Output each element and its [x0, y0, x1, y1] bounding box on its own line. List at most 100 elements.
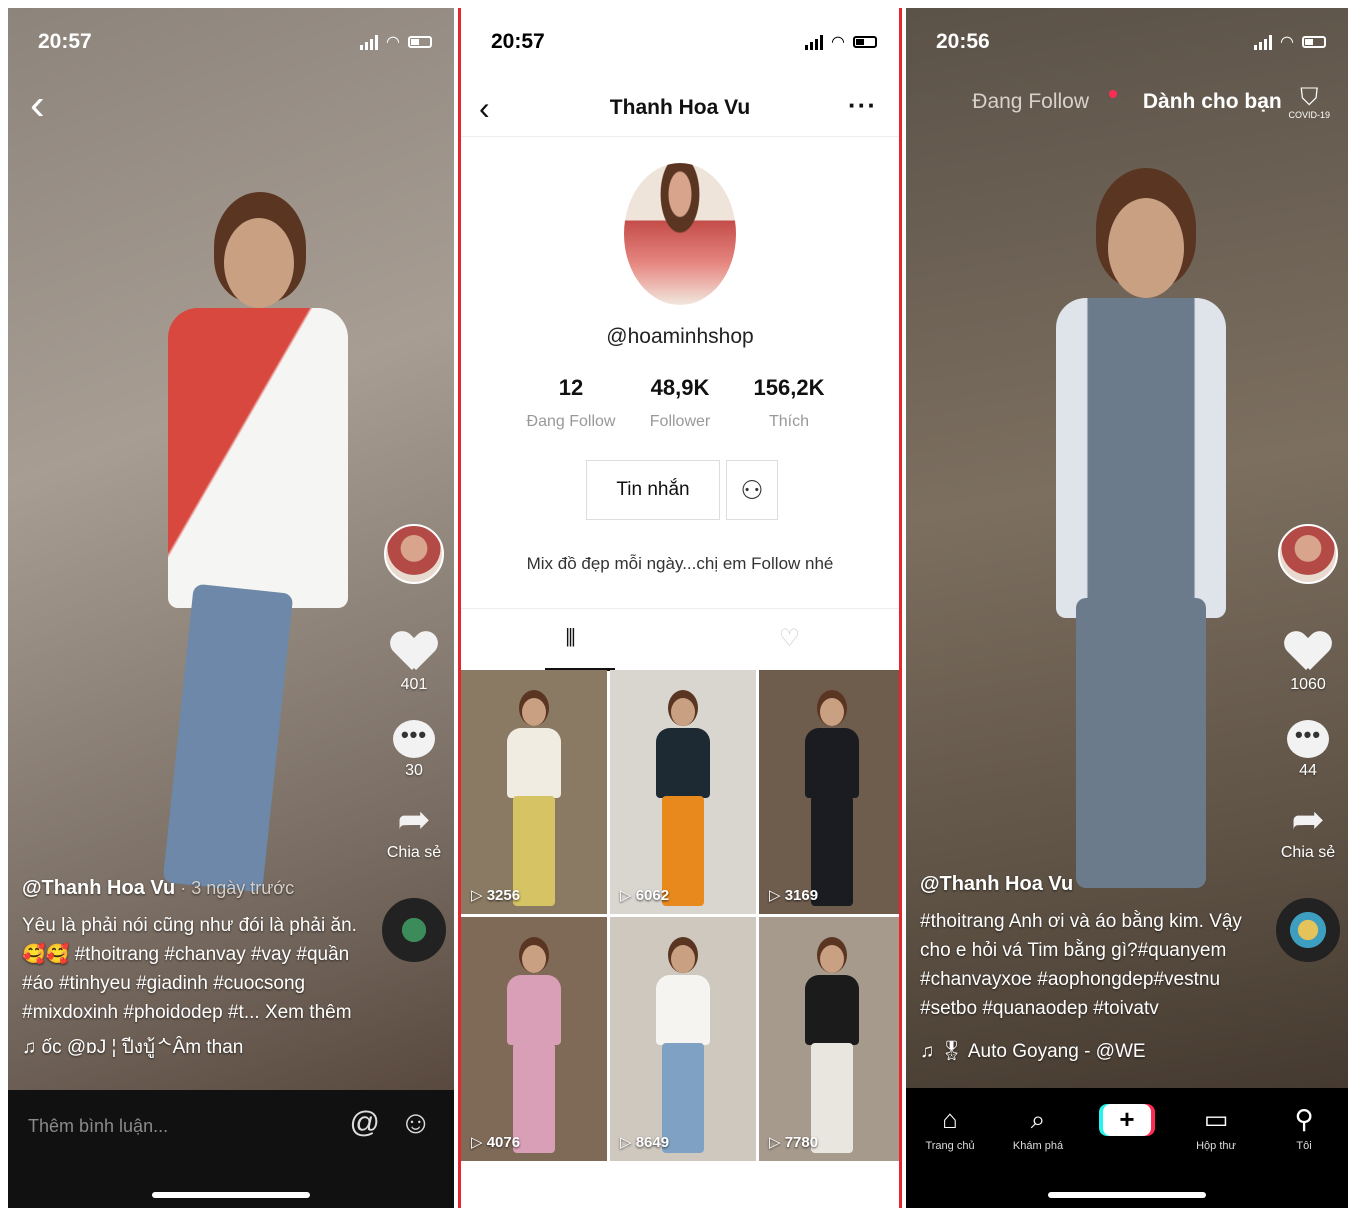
- music-disc-icon[interactable]: [382, 898, 446, 962]
- nav-inbox[interactable]: ▭ Hộp thư: [1176, 1102, 1256, 1152]
- more-options-button[interactable]: ···: [848, 90, 877, 121]
- music-disc-icon[interactable]: [1276, 898, 1340, 962]
- like-heart-icon[interactable]: [392, 632, 436, 672]
- nav-profile-label: Tôi: [1296, 1140, 1312, 1152]
- tab-for-you[interactable]: Dành cho bạn: [1143, 90, 1282, 113]
- profile-avatar[interactable]: [624, 163, 736, 305]
- status-bar: 20:57 ◠: [8, 30, 454, 58]
- caption-line-3: #áo #tinhyeu #giadinh #cuocsong: [22, 973, 306, 994]
- share-label: Chia sẻ: [386, 844, 442, 861]
- action-sidebar: 401 ••• 30 ➦ Chia sẻ: [382, 524, 446, 962]
- creator-avatar[interactable]: [1278, 524, 1338, 584]
- caption-username[interactable]: @Thanh Hoa Vu: [22, 877, 175, 899]
- signal-icon: [805, 34, 824, 50]
- video-thumbnail[interactable]: ▷ 3169: [759, 670, 899, 914]
- covid-label: COVID-19: [1288, 110, 1330, 120]
- view-count: ▷ 6062: [620, 887, 670, 904]
- caption-line-4[interactable]: #mixdoxinh #phoidodep #t... Xem thêm: [22, 998, 362, 1027]
- stat-followers[interactable]: 48,9K Follower: [630, 375, 730, 431]
- covid-button[interactable]: ⛉ COVID-19: [1288, 84, 1330, 121]
- wifi-icon: ◠: [831, 34, 845, 51]
- plus-icon: +: [1103, 1104, 1151, 1136]
- message-button[interactable]: Tin nhắn: [586, 460, 720, 520]
- status-icons: ◠: [1254, 32, 1326, 52]
- comment-count: 30: [405, 762, 423, 779]
- video-thumbnail[interactable]: ▷ 4076: [461, 917, 607, 1161]
- home-indicator: [152, 1192, 310, 1198]
- like-heart-icon[interactable]: [1286, 632, 1330, 672]
- emoji-icon[interactable]: ☺: [399, 1104, 432, 1141]
- mention-icon[interactable]: @: [350, 1106, 380, 1140]
- profile-handle: @hoaminhshop: [606, 325, 754, 348]
- thumbnail-person: [499, 690, 569, 914]
- caption-line-4: #setbo #quanaodep #toivatv: [920, 998, 1159, 1019]
- stat-followers-count: 48,9K: [650, 375, 710, 400]
- stat-likes-count: 156,2K: [753, 375, 825, 400]
- back-button[interactable]: ‹: [30, 80, 45, 130]
- like-count: 1060: [1290, 676, 1326, 693]
- nav-create[interactable]: +: [1087, 1102, 1167, 1136]
- share-arrow-icon[interactable]: ➦: [1276, 800, 1340, 840]
- stat-likes-label: Thích: [768, 413, 809, 430]
- share-arrow-icon[interactable]: ➦: [382, 800, 446, 840]
- video-thumbnail[interactable]: ▷ 8649: [610, 917, 756, 1161]
- profile-title: Thanh Hoa Vu: [609, 96, 751, 119]
- tab-videos-grid-icon[interactable]: ⦀: [461, 609, 680, 669]
- thumbnail-person: [648, 937, 718, 1161]
- nav-home[interactable]: ⌂ Trang chủ: [910, 1102, 990, 1152]
- video-thumbnail[interactable]: ▷ 6062: [610, 670, 756, 914]
- comment-icon[interactable]: •••: [393, 720, 435, 758]
- feed-tabs: Đang Follow Dành cho bạn: [906, 90, 1348, 114]
- view-count: ▷ 8649: [620, 1134, 670, 1151]
- tab-following[interactable]: Đang Follow: [972, 90, 1089, 113]
- inbox-icon: ▭: [1203, 1104, 1229, 1134]
- nav-home-label: Trang chủ: [925, 1140, 975, 1152]
- battery-icon: [408, 36, 432, 48]
- nav-inbox-label: Hộp thư: [1196, 1140, 1236, 1152]
- stat-likes: 156,2K Thích: [739, 375, 839, 431]
- caption-username[interactable]: @Thanh Hoa Vu: [920, 870, 1250, 899]
- nav-discover[interactable]: ⌕ Khám phá: [998, 1102, 1078, 1152]
- stat-following-count: 12: [558, 375, 584, 400]
- caption-time: · 3 ngày trước: [175, 878, 295, 898]
- creator-avatar[interactable]: [384, 524, 444, 584]
- signal-icon: [360, 34, 379, 50]
- comment-icon[interactable]: •••: [1287, 720, 1329, 758]
- nav-discover-label: Khám phá: [1012, 1140, 1064, 1152]
- music-ticker[interactable]: ♫ ốc @ɒJ ¦ ปีงบู้ᄾÂm than: [22, 1033, 362, 1062]
- video-thumbnail[interactable]: ▷ 3256: [461, 670, 607, 914]
- view-count: ▷ 4076: [471, 1134, 521, 1151]
- profile-screen: 20:57 ◠ ‹ Thanh Hoa Vu ··· @hoaminhshop …: [458, 8, 902, 1208]
- battery-icon: [1302, 36, 1326, 48]
- profile-icon: ⚲: [1294, 1104, 1314, 1134]
- tab-liked-heart-icon[interactable]: ♡: [680, 609, 899, 669]
- notification-dot: [1109, 90, 1118, 98]
- thumbnail-person: [797, 937, 867, 1161]
- caption-line-3: #chanvayxoe #aophongdep#vestnu: [920, 969, 1221, 990]
- status-time: 20:57: [38, 30, 92, 53]
- home-icon: ⌂: [942, 1104, 958, 1134]
- bottom-navigation: ⌂ Trang chủ ⌕ Khám phá + ▭ Hộp thư ⚲ Tôi: [906, 1088, 1348, 1208]
- video-person: [148, 188, 348, 893]
- nav-profile[interactable]: ⚲ Tôi: [1264, 1102, 1344, 1152]
- status-icons: ◠: [805, 32, 877, 52]
- video-person: [1046, 168, 1236, 888]
- video-caption: @Thanh Hoa Vu #thoitrang Anh ơi và áo bằ…: [920, 870, 1250, 1066]
- status-bar: 20:56 ◠: [906, 30, 1348, 58]
- caption-line-2: cho e hỏi vá Tim bằng gì?#quanyem: [920, 940, 1227, 961]
- signal-icon: [1254, 34, 1273, 50]
- caption-line-2: 🥰🥰 #thoitrang #chanvay #vay #quần: [22, 944, 350, 965]
- status-bar: 20:57 ◠: [461, 30, 899, 58]
- video-thumbnail[interactable]: ▷ 7780: [759, 917, 899, 1161]
- music-ticker[interactable]: ♫ 🎖 Auto Goyang - @WE: [920, 1037, 1250, 1066]
- wifi-icon: ◠: [1280, 34, 1294, 51]
- wifi-icon: ◠: [386, 34, 400, 51]
- status-icons: ◠: [360, 32, 432, 52]
- profile-bio: Mix đồ đẹp mỗi ngày...chị em Follow nhé: [526, 554, 834, 573]
- follow-check-icon[interactable]: ⚇: [726, 460, 778, 520]
- profile-tabs: ⦀ ♡: [461, 608, 899, 671]
- stat-following[interactable]: 12 Đang Follow: [521, 375, 621, 431]
- shield-icon: ⛉: [1300, 84, 1319, 111]
- comment-input[interactable]: Thêm bình luận...: [28, 1116, 168, 1137]
- view-count: ▷ 3256: [471, 887, 521, 904]
